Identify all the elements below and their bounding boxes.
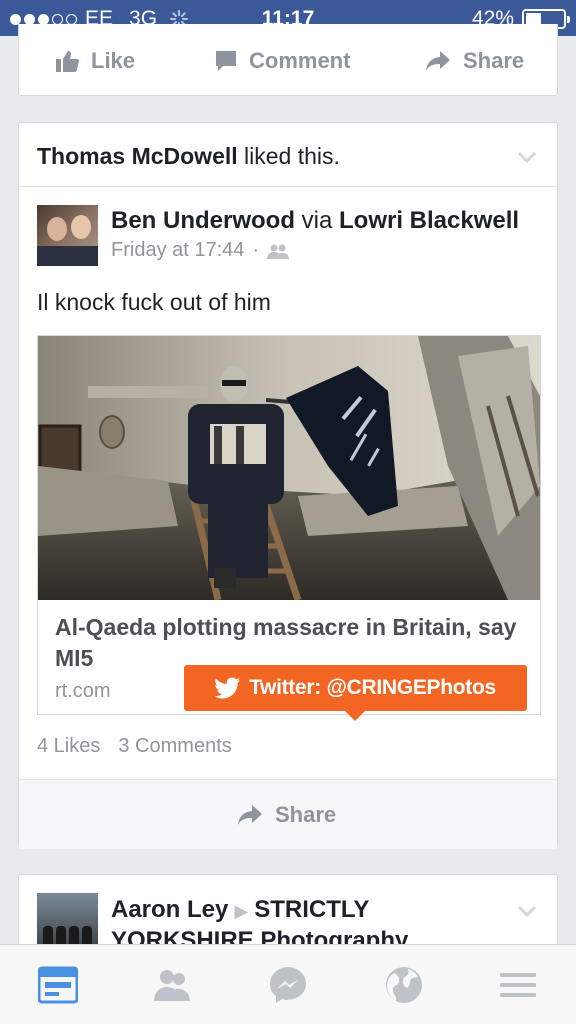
- comment-icon: [216, 51, 236, 71]
- twitter-watermark: Twitter: @CRINGEPhotos: [184, 665, 527, 721]
- post-text: Il knock fuck out of him: [37, 289, 271, 315]
- next-story-card: Aaron Ley ▶ STRICTLY YORKSHIRE Photography: [18, 874, 558, 954]
- news-feed-icon[interactable]: [38, 965, 78, 1005]
- share-row: Share: [19, 779, 557, 849]
- thumbs-up-icon: [56, 51, 79, 72]
- next-author-name[interactable]: Aaron Ley: [111, 896, 228, 923]
- story-card: Thomas McDowell liked this. Ben Underwoo…: [18, 122, 558, 849]
- friends-audience-icon: [267, 244, 290, 259]
- story-context-header: Thomas McDowell liked this.: [19, 123, 557, 187]
- author-name[interactable]: Ben Underwood: [111, 207, 295, 234]
- previous-story-actions: Like Comment Share: [18, 24, 558, 96]
- meta-separator: ·: [252, 239, 260, 261]
- share-arrow-icon: [426, 51, 450, 71]
- story-share-button[interactable]: Share: [237, 802, 336, 828]
- engagement-counts: 4 Likes 3 Comments: [37, 735, 232, 758]
- post-timestamp[interactable]: Friday at 17:44: [111, 239, 244, 262]
- post-meta: Friday at 17:44 ·: [111, 239, 290, 262]
- chevron-down-icon[interactable]: [517, 905, 537, 917]
- messenger-icon[interactable]: [268, 965, 308, 1005]
- via-name[interactable]: Lowri Blackwell: [339, 207, 519, 234]
- post-author-line: Ben Underwood via Lowri Blackwell: [111, 207, 519, 235]
- via-word: via: [295, 207, 340, 234]
- friends-icon[interactable]: [152, 965, 192, 1005]
- tab-bar: [0, 944, 576, 1024]
- twitter-bird-icon: [215, 677, 241, 699]
- comments-count[interactable]: 3 Comments: [118, 735, 231, 758]
- share-button[interactable]: Share: [425, 48, 524, 74]
- like-button[interactable]: Like: [55, 48, 135, 74]
- link-preview-image: [38, 336, 540, 600]
- comment-button[interactable]: Comment: [215, 48, 350, 74]
- link-preview[interactable]: Al-Qaeda plotting massacre in Britain, s…: [37, 335, 541, 715]
- share-arrow-icon: [238, 805, 262, 825]
- globe-icon[interactable]: [384, 965, 424, 1005]
- next-target-line1[interactable]: STRICTLY: [254, 896, 369, 923]
- liked-this-text: liked this.: [237, 143, 340, 169]
- watermark-text: Twitter: @CRINGEPhotos: [249, 676, 496, 699]
- chevron-down-icon[interactable]: [517, 151, 537, 163]
- likes-count[interactable]: 4 Likes: [37, 735, 100, 758]
- menu-icon[interactable]: [498, 965, 538, 1005]
- to-arrow-icon: ▶: [234, 901, 249, 921]
- avatar[interactable]: [37, 205, 98, 266]
- liker-name[interactable]: Thomas McDowell: [37, 143, 238, 169]
- link-domain: rt.com: [55, 680, 111, 702]
